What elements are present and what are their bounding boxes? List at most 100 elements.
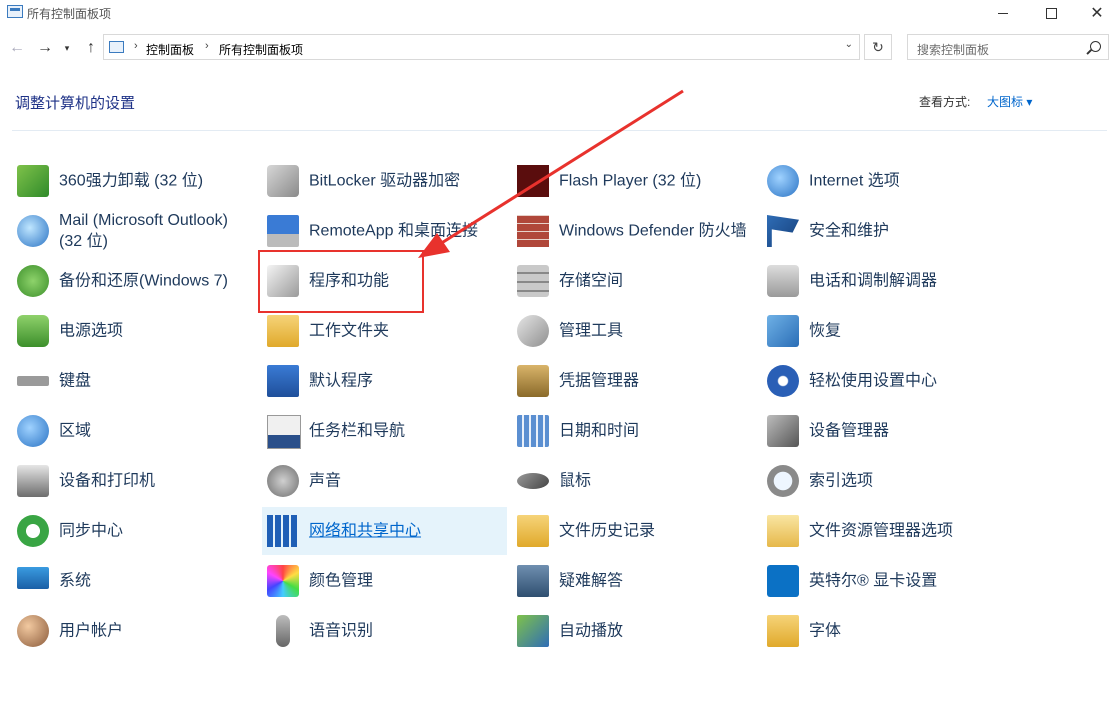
item-label[interactable]: 字体 [809,621,1004,642]
control-panel-item[interactable]: 自动播放 [512,607,757,655]
item-label[interactable]: 默认程序 [309,371,504,392]
control-panel-item[interactable]: 同步中心 [12,507,257,555]
control-panel-item[interactable]: 字体 [762,607,1007,655]
control-panel-item[interactable]: 工作文件夹 [262,307,507,355]
control-panel-item[interactable]: 电源选项 [12,307,257,355]
control-panel-item[interactable]: Internet 选项 [762,157,1007,205]
control-panel-item[interactable]: 存储空间 [512,257,757,305]
control-panel-item[interactable]: 语音识别 [262,607,507,655]
breadcrumb-separator-icon[interactable]: › [205,40,209,52]
control-panel-item[interactable]: 键盘 [12,357,257,405]
control-panel-item[interactable]: 英特尔® 显卡设置 [762,557,1007,605]
item-label[interactable]: 文件资源管理器选项 [809,521,1004,542]
item-label[interactable]: Mail (Microsoft Outlook) (32 位) [59,210,254,252]
control-panel-item[interactable]: 默认程序 [262,357,507,405]
control-panel-item[interactable]: 日期和时间 [512,407,757,455]
item-label[interactable]: 键盘 [59,371,254,392]
item-label[interactable]: 颜色管理 [309,571,504,592]
intel-graphics-icon [767,565,799,597]
item-label[interactable]: Windows Defender 防火墙 [559,221,754,242]
item-label[interactable]: 备份和还原(Windows 7) [59,271,254,292]
control-panel-item[interactable]: 电话和调制解调器 [762,257,1007,305]
control-panel-item[interactable]: Mail (Microsoft Outlook) (32 位) [12,207,257,255]
breadcrumb-control-panel[interactable]: 控制面板 [146,41,194,58]
item-label[interactable]: 轻松使用设置中心 [809,371,1004,392]
item-label[interactable]: 安全和维护 [809,221,1004,242]
item-label[interactable]: Flash Player (32 位) [559,171,754,192]
item-label[interactable]: Internet 选项 [809,171,1004,192]
control-panel-item[interactable]: 区域 [12,407,257,455]
close-button[interactable]: ✕ [1074,0,1119,26]
item-label[interactable]: 索引选项 [809,471,1004,492]
recent-locations-button[interactable]: ▾ [60,34,74,62]
control-panel-item[interactable]: 恢复 [762,307,1007,355]
item-label[interactable]: 电源选项 [59,321,254,342]
item-label[interactable]: 电话和调制解调器 [809,271,1004,292]
item-label[interactable]: 自动播放 [559,621,754,642]
control-panel-item[interactable]: 轻松使用设置中心 [762,357,1007,405]
control-panel-item[interactable]: BitLocker 驱动器加密 [262,157,507,205]
control-panel-item[interactable]: 管理工具 [512,307,757,355]
item-label[interactable]: 恢复 [809,321,1004,342]
address-dropdown-icon[interactable]: ⌄ [845,39,853,50]
control-panel-item[interactable]: 鼠标 [512,457,757,505]
control-panel-item[interactable]: 用户帐户 [12,607,257,655]
address-bar[interactable]: › 控制面板 › 所有控制面板项 ⌄ [103,34,860,60]
item-label[interactable]: 英特尔® 显卡设置 [809,571,1004,592]
control-panel-item[interactable]: 网络和共享中心 [262,507,507,555]
up-button[interactable]: ↑ [80,34,102,62]
item-label[interactable]: 工作文件夹 [309,321,504,342]
control-panel-item[interactable]: 疑难解答 [512,557,757,605]
item-label[interactable]: 疑难解答 [559,571,754,592]
item-label[interactable]: 同步中心 [59,521,254,542]
control-panel-item[interactable]: 360强力卸载 (32 位) [12,157,257,205]
item-label[interactable]: 360强力卸载 (32 位) [59,171,254,192]
search-input[interactable]: 搜索控制面板 [907,34,1109,60]
control-panel-item[interactable]: 颜色管理 [262,557,507,605]
breadcrumb-separator-icon[interactable]: › [134,40,138,52]
control-panel-item[interactable]: RemoteApp 和桌面连接 [262,207,507,255]
item-label[interactable]: 日期和时间 [559,421,754,442]
item-label[interactable]: 网络和共享中心 [309,521,504,542]
control-panel-item[interactable]: 索引选项 [762,457,1007,505]
control-panel-item[interactable]: 备份和还原(Windows 7) [12,257,257,305]
control-panel-item[interactable]: 凭据管理器 [512,357,757,405]
control-panel-item[interactable]: 设备和打印机 [12,457,257,505]
item-label[interactable]: 文件历史记录 [559,521,754,542]
item-label[interactable]: 用户帐户 [59,621,254,642]
item-label[interactable]: 凭据管理器 [559,371,754,392]
back-button[interactable]: ← [6,34,28,62]
item-label[interactable]: 系统 [59,571,254,592]
calendar-icon [517,415,549,447]
item-label[interactable]: 语音识别 [309,621,504,642]
item-label[interactable]: 鼠标 [559,471,754,492]
item-label[interactable]: 管理工具 [559,321,754,342]
control-panel-item[interactable]: 声音 [262,457,507,505]
item-label[interactable]: 任务栏和导航 [309,421,504,442]
view-by-dropdown[interactable]: 大图标 ▾ [987,93,1032,110]
control-panel-item[interactable]: Windows Defender 防火墙 [512,207,757,255]
maximize-icon [1045,7,1057,19]
control-panel-item[interactable]: 系统 [12,557,257,605]
maximize-button[interactable] [1028,0,1074,26]
item-label[interactable]: RemoteApp 和桌面连接 [309,221,504,242]
item-label[interactable]: 区域 [59,421,254,442]
control-panel-item[interactable]: 文件资源管理器选项 [762,507,1007,555]
control-panel-item[interactable]: 文件历史记录 [512,507,757,555]
control-panel-item[interactable]: 安全和维护 [762,207,1007,255]
minimize-button[interactable] [980,0,1026,26]
item-label[interactable]: 设备和打印机 [59,471,254,492]
refresh-button[interactable]: ↻ [864,34,892,60]
control-panel-item[interactable]: 任务栏和导航 [262,407,507,455]
control-panel-item[interactable]: 设备管理器 [762,407,1007,455]
breadcrumb-all-items[interactable]: 所有控制面板项 [219,41,303,58]
item-label[interactable]: 声音 [309,471,504,492]
forward-button[interactable]: → [34,34,56,62]
users-icon [17,615,49,647]
item-label[interactable]: 设备管理器 [809,421,1004,442]
item-label[interactable]: 存储空间 [559,271,754,292]
item-label[interactable]: BitLocker 驱动器加密 [309,171,504,192]
autoplay-icon [517,615,549,647]
search-icon[interactable] [1090,41,1101,52]
control-panel-item[interactable]: Flash Player (32 位) [512,157,757,205]
